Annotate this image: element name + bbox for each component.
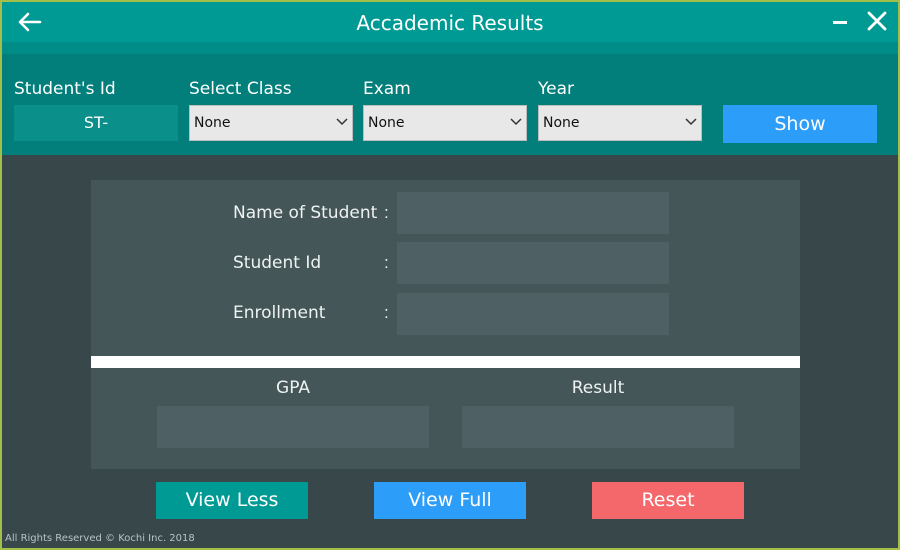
chevron-down-icon (510, 118, 522, 126)
gpa-label: GPA (276, 378, 310, 398)
reset-button[interactable]: Reset (592, 482, 744, 519)
colon-separator: : (384, 203, 389, 222)
view-less-button[interactable]: View Less (156, 482, 308, 519)
show-button[interactable]: Show (723, 105, 877, 143)
year-dropdown[interactable]: None (538, 105, 702, 141)
exam-label: Exam (363, 79, 411, 99)
card-divider (91, 356, 800, 368)
result-card: Name of Student : Student Id : Enrollmen… (91, 180, 800, 469)
student-id-detail-field (397, 242, 669, 284)
title-bar: Accademic Results (2, 2, 898, 42)
result-field (462, 406, 734, 448)
select-class-value: None (194, 115, 231, 131)
enrollment-label: Enrollment (233, 303, 326, 323)
view-full-button[interactable]: View Full (374, 482, 526, 519)
name-of-student-label: Name of Student (233, 203, 378, 223)
gpa-field (157, 406, 429, 448)
app-window: Accademic Results Student's Id ST- Selec… (2, 2, 898, 548)
year-label: Year (538, 79, 574, 99)
close-icon[interactable] (858, 2, 898, 42)
student-id-field[interactable]: ST- (14, 105, 178, 141)
chevron-down-icon (336, 118, 348, 126)
exam-value: None (368, 115, 405, 131)
window-title: Accademic Results (356, 11, 544, 35)
enrollment-field (397, 293, 669, 335)
student-id-label: Student's Id (14, 79, 116, 99)
exam-dropdown[interactable]: None (363, 105, 527, 141)
colon-separator: : (384, 253, 389, 272)
colon-separator: : (384, 303, 389, 322)
select-class-label: Select Class (189, 79, 292, 99)
name-of-student-field (397, 192, 669, 234)
footer-copyright: All Rights Reserved © Kochi Inc. 2018 (5, 533, 195, 544)
filter-bar: Student's Id ST- Select Class None Exam … (2, 42, 898, 155)
filter-bar-strip (2, 42, 898, 54)
chevron-down-icon (685, 118, 697, 126)
minimize-icon[interactable] (820, 2, 860, 42)
year-value: None (543, 115, 580, 131)
result-label: Result (571, 378, 625, 398)
select-class-dropdown[interactable]: None (189, 105, 353, 141)
student-id-detail-label: Student Id (233, 253, 322, 273)
